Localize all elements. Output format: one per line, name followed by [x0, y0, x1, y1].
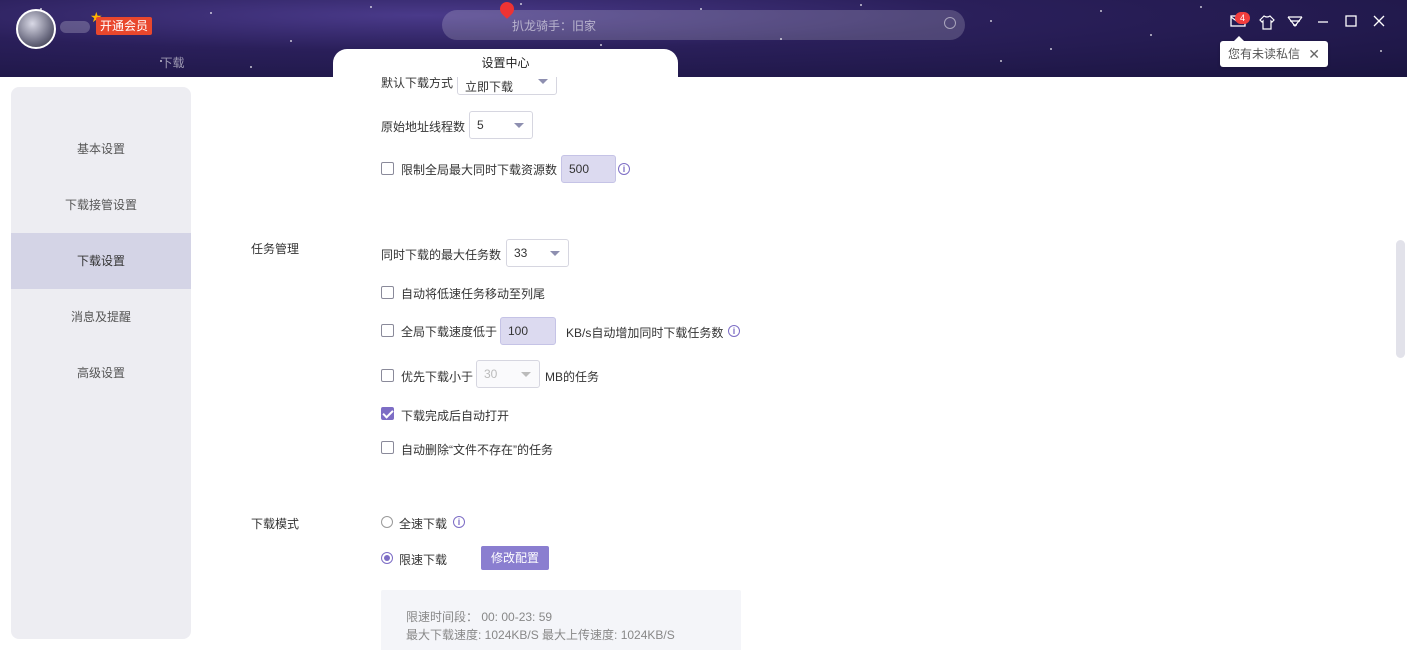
- limit-speed-text: 最大下载速度: 1024KB/S 最大上传速度: 1024KB/S: [406, 628, 675, 642]
- search-icon[interactable]: [944, 17, 956, 29]
- skin-icon[interactable]: [1257, 14, 1277, 34]
- speed-limit-info-panel: 限速时间段： 00: 00-23: 59 最大下载速度: 1024KB/S 最大…: [381, 590, 741, 650]
- chevron-down-icon: [521, 372, 531, 377]
- section-title-task-management: 任务管理: [251, 242, 300, 256]
- priority-select[interactable]: 30: [476, 360, 540, 388]
- origin-threads-value: 5: [477, 118, 484, 132]
- tooltip-text: 您有未读私信: [1228, 47, 1301, 61]
- max-tasks-select[interactable]: 33: [506, 239, 569, 267]
- limit-global-checkbox[interactable]: [381, 162, 394, 175]
- limit-global-input[interactable]: 500: [561, 155, 616, 183]
- tab-download[interactable]: 下载: [0, 50, 345, 77]
- menu-icon[interactable]: [1285, 14, 1305, 34]
- maximize-icon[interactable]: [1341, 14, 1361, 34]
- speed-low-checkbox[interactable]: [381, 324, 394, 337]
- minimize-icon[interactable]: [1313, 14, 1333, 34]
- search-placeholder[interactable]: 扒龙骑手：旧家: [512, 17, 596, 34]
- sidebar-item-advanced[interactable]: 高级设置: [11, 345, 191, 401]
- auto-open-label: 下载完成后自动打开: [401, 409, 510, 423]
- origin-threads-select[interactable]: 5: [469, 111, 533, 139]
- tooltip-close-icon[interactable]: ✕: [1308, 41, 1320, 67]
- settings-sidebar: 基本设置 下载接管设置 下载设置 消息及提醒 高级设置: [11, 87, 191, 639]
- speed-low-prefix: 全局下载速度低于: [401, 325, 498, 339]
- speed-low-input[interactable]: 100: [500, 317, 556, 345]
- vip-button[interactable]: 开通会员: [96, 17, 153, 35]
- origin-threads-label: 原始地址线程数: [381, 120, 466, 134]
- max-tasks-label: 同时下载的最大任务数: [381, 248, 502, 262]
- modify-config-button[interactable]: 修改配置: [481, 546, 549, 570]
- default-mode-select[interactable]: 立即下载: [457, 77, 557, 95]
- max-tasks-value: 33: [514, 246, 528, 260]
- title-bar: ★ 开通会员 扒龙骑手：旧家 下载 设置中心 4 您有未读私信 ✕: [0, 0, 1407, 77]
- sidebar-item-takeover[interactable]: 下载接管设置: [11, 177, 191, 233]
- chevron-down-icon: [550, 251, 560, 256]
- move-slow-label: 自动将低速任务移动至列尾: [401, 287, 546, 301]
- default-mode-value: 立即下载: [465, 80, 514, 94]
- sidebar-item-download[interactable]: 下载设置: [11, 233, 191, 289]
- info-icon[interactable]: i: [453, 516, 465, 528]
- limited-speed-radio[interactable]: [381, 552, 393, 564]
- sidebar-item-notifications[interactable]: 消息及提醒: [11, 289, 191, 345]
- full-speed-radio[interactable]: [381, 516, 393, 528]
- priority-suffix: MB的任务: [545, 370, 600, 384]
- priority-checkbox[interactable]: [381, 369, 394, 382]
- chevron-down-icon: [514, 123, 524, 128]
- avatar[interactable]: [16, 9, 56, 49]
- speed-low-suffix: KB/s自动增加同时下载任务数: [566, 326, 724, 340]
- priority-value: 30: [484, 367, 498, 381]
- tab-settings[interactable]: 设置中心: [333, 49, 678, 77]
- chevron-down-icon: [538, 79, 548, 84]
- settings-content: 默认下载方式 立即下载 原始地址线程数 5 限制全局最大同时下载资源数 500 …: [191, 77, 1396, 650]
- default-mode-label: 默认下载方式: [381, 77, 454, 90]
- auto-delete-checkbox[interactable]: [381, 441, 394, 454]
- message-count-badge: 4: [1235, 12, 1250, 24]
- move-slow-checkbox[interactable]: [381, 286, 394, 299]
- info-icon[interactable]: i: [728, 325, 740, 337]
- section-title-download-mode: 下载模式: [251, 517, 300, 531]
- info-icon[interactable]: i: [618, 163, 630, 175]
- full-speed-label: 全速下载: [399, 517, 448, 531]
- limit-period-text: 限速时间段： 00: 00-23: 59: [406, 610, 553, 624]
- auto-open-checkbox[interactable]: [381, 407, 394, 420]
- limit-global-label: 限制全局最大同时下载资源数: [401, 163, 558, 177]
- close-icon[interactable]: [1369, 14, 1389, 34]
- scrollbar[interactable]: [1396, 240, 1405, 358]
- sidebar-item-basic[interactable]: 基本设置: [11, 121, 191, 177]
- limited-speed-label: 限速下载: [399, 553, 448, 567]
- auto-delete-label: 自动删除“文件不存在”的任务: [401, 443, 553, 457]
- priority-prefix: 优先下载小于: [401, 370, 474, 384]
- unread-message-tooltip[interactable]: 您有未读私信 ✕: [1220, 36, 1328, 67]
- username-placeholder[interactable]: [60, 21, 90, 33]
